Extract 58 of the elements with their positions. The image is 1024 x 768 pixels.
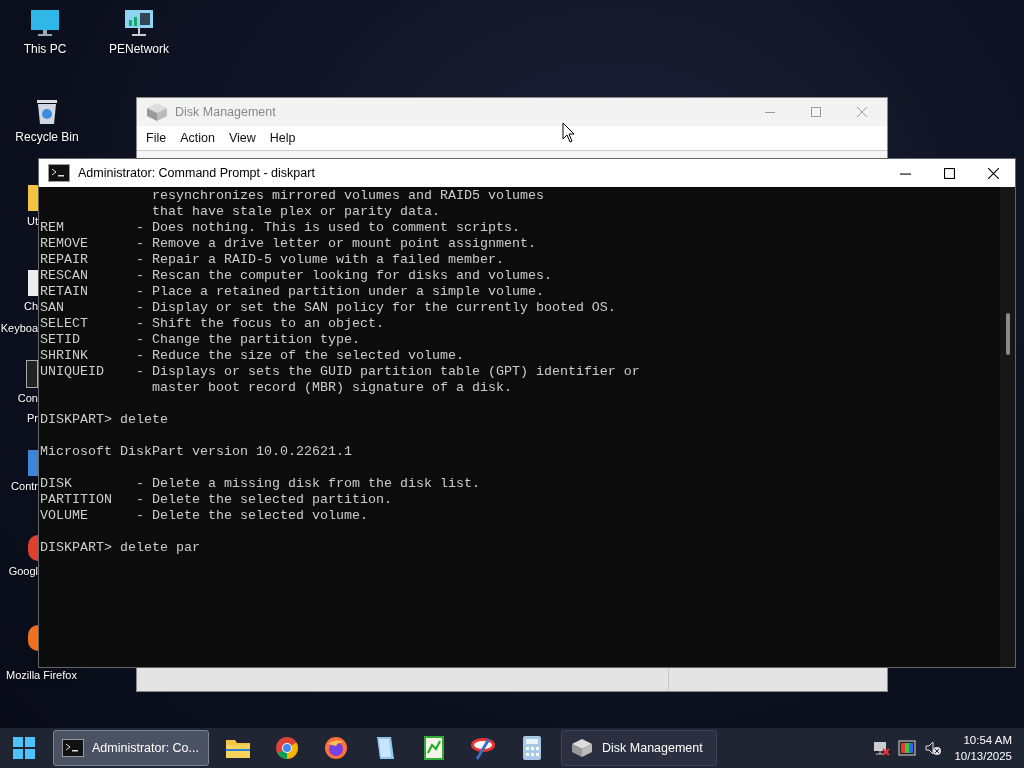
- console-line: VOLUME - Delete the selected volume.: [40, 508, 368, 524]
- console-icon: [48, 164, 70, 182]
- console-icon: [62, 739, 84, 757]
- desktop-icon-label[interactable]: This PC: [23, 42, 67, 56]
- console-line: SHRINK - Reduce the size of the selected volume.: [40, 348, 464, 364]
- console-line: DISKPART> delete: [40, 412, 168, 428]
- desktop-icon-label[interactable]: PENetwork: [109, 42, 169, 56]
- scrollbar[interactable]: [1000, 187, 1015, 667]
- close-icon[interactable]: [988, 167, 999, 179]
- desktop-icon-label[interactable]: Googl: [8, 565, 38, 577]
- tool-icon[interactable]: [469, 735, 497, 761]
- console-line: resynchronizes mirrored volumes and RAID5 volumes: [150, 188, 544, 204]
- taskbar-window-button[interactable]: Disk Management: [561, 730, 717, 766]
- desktop-icon-label[interactable]: Con: [17, 392, 38, 404]
- volume-muted-icon[interactable]: [924, 740, 943, 756]
- monitor-icon: [29, 8, 61, 38]
- console-line: PARTITION - Delete the selected partition.: [40, 492, 392, 508]
- console-line: SAN - Display or set the SAN policy for the currently booted OS.: [40, 300, 616, 316]
- console-line: REPAIR - Repair a RAID-5 volume with a failed member.: [40, 252, 504, 268]
- console-line: SETID - Change the partition type.: [40, 332, 360, 348]
- console-line: Microsoft DiskPart version 10.0.22621.1: [40, 444, 352, 460]
- console-line: RESCAN - Rescan the computer looking for disks and volumes.: [40, 268, 552, 284]
- console-line: UNIQUEID - Displays or sets the GUID partition table (GPT) identifier or: [40, 364, 640, 380]
- console-line: DISK - Delete a missing disk from the disk list.: [40, 476, 480, 492]
- desktop-icon-label[interactable]: Recycle Bin: [15, 130, 79, 144]
- console-line: SELECT - Shift the focus to an object.: [40, 316, 384, 332]
- console-line: RETAIN - Place a retained partition under a simple volume.: [40, 284, 544, 300]
- menu-item[interactable]: Help: [264, 129, 301, 147]
- console-icon: [26, 360, 38, 388]
- clock-date[interactable]: 10/13/2025: [954, 748, 1012, 764]
- desktop-icon-label[interactable]: Keyboa: [0, 322, 38, 334]
- disk-management-icon: [145, 102, 169, 122]
- calculator-icon[interactable]: [522, 735, 542, 761]
- clock-time[interactable]: 10:54 AM: [963, 732, 1012, 748]
- desktop-icon-label[interactable]: Ut: [27, 215, 38, 227]
- menu-item[interactable]: Action: [175, 129, 220, 147]
- taskbar-window-button[interactable]: Administrator: Co...: [53, 730, 209, 766]
- display-icon[interactable]: [898, 740, 917, 756]
- console-line: REMOVE - Remove a drive letter or mount point assignment.: [40, 236, 536, 252]
- start-icon[interactable]: [12, 736, 36, 760]
- chart-app-icon[interactable]: [423, 735, 445, 761]
- menu-item[interactable]: View: [223, 129, 261, 147]
- desktop-icon-label[interactable]: Contr: [11, 480, 38, 492]
- desktop-icon-label[interactable]: Pr: [27, 412, 38, 424]
- console-line: master boot record (MBR) signature of a disk.: [150, 380, 512, 396]
- console-line: DISKPART> delete par: [40, 540, 200, 556]
- notepad-icon[interactable]: [374, 735, 396, 761]
- console-line: REM - Does nothing. This is used to comment scripts.: [40, 220, 520, 236]
- disk-management-icon: [570, 738, 594, 758]
- maximize-icon[interactable]: [944, 167, 955, 179]
- network-icon[interactable]: [872, 740, 891, 756]
- menu-item[interactable]: File: [141, 129, 172, 147]
- desktop-icon-label[interactable]: Mozilla Firefox: [6, 669, 77, 681]
- window-title: Disk Management: [175, 105, 277, 119]
- desktop-icon-label[interactable]: Ch: [23, 300, 38, 312]
- console-line: that have stale plex or parity data.: [150, 204, 440, 220]
- network-icon: [123, 8, 155, 38]
- window-title: Administrator: Command Prompt - diskpart: [78, 166, 316, 180]
